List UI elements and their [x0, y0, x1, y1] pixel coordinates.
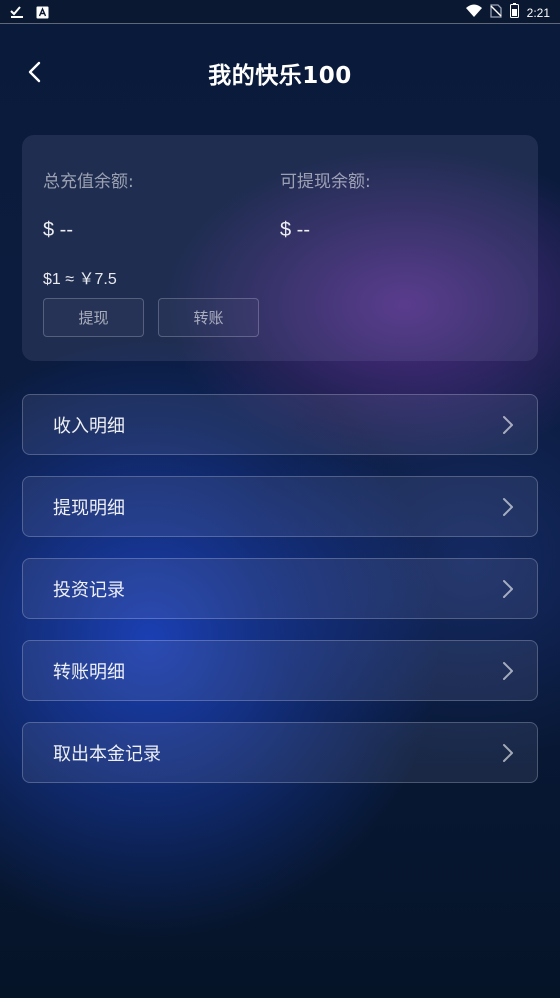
- chevron-right-icon: [503, 744, 513, 762]
- no-sim-icon: [489, 3, 502, 22]
- menu-item-investment-records[interactable]: 投资记录: [22, 558, 538, 619]
- chevron-right-icon: [503, 416, 513, 434]
- status-time: 2:21: [526, 5, 550, 20]
- menu-item-income-details[interactable]: 收入明细: [22, 394, 538, 455]
- chevron-right-icon: [503, 498, 513, 516]
- withdrawable-label: 可提现余额:: [280, 172, 371, 192]
- wifi-icon: [465, 3, 482, 22]
- withdrawable-value: $ --: [280, 219, 310, 241]
- status-bar-left: [10, 4, 49, 23]
- balance-card: 总充值余额: $ -- 可提现余额: $ -- $1 ≈ ￥7.5 提现 转账: [22, 135, 538, 361]
- a-badge-icon: [36, 4, 49, 23]
- menu-item-label: 投资记录: [53, 580, 125, 601]
- page-title: 我的快乐100: [208, 63, 352, 89]
- menu-item-label: 取出本金记录: [53, 744, 161, 765]
- menu-item-label: 收入明细: [53, 416, 125, 437]
- withdraw-button[interactable]: 提现: [43, 298, 144, 337]
- menu-item-label: 转账明细: [53, 662, 125, 683]
- chevron-right-icon: [503, 662, 513, 680]
- status-bar-right: 2:21: [465, 3, 550, 22]
- status-bar: 2:21: [0, 0, 560, 24]
- check-download-icon: [10, 4, 24, 23]
- exchange-rate: $1 ≈ ￥7.5: [43, 271, 117, 288]
- menu-item-label: 提现明细: [53, 498, 125, 519]
- menu-item-transfer-details[interactable]: 转账明细: [22, 640, 538, 701]
- menu-item-principal-withdrawal-records[interactable]: 取出本金记录: [22, 722, 538, 783]
- total-recharge-label: 总充值余额:: [43, 172, 134, 192]
- transfer-button[interactable]: 转账: [158, 298, 259, 337]
- battery-icon: [509, 3, 519, 22]
- total-recharge-value: $ --: [43, 219, 73, 241]
- chevron-right-icon: [503, 580, 513, 598]
- menu-item-withdraw-details[interactable]: 提现明细: [22, 476, 538, 537]
- top-bar: 我的快乐100: [0, 24, 560, 120]
